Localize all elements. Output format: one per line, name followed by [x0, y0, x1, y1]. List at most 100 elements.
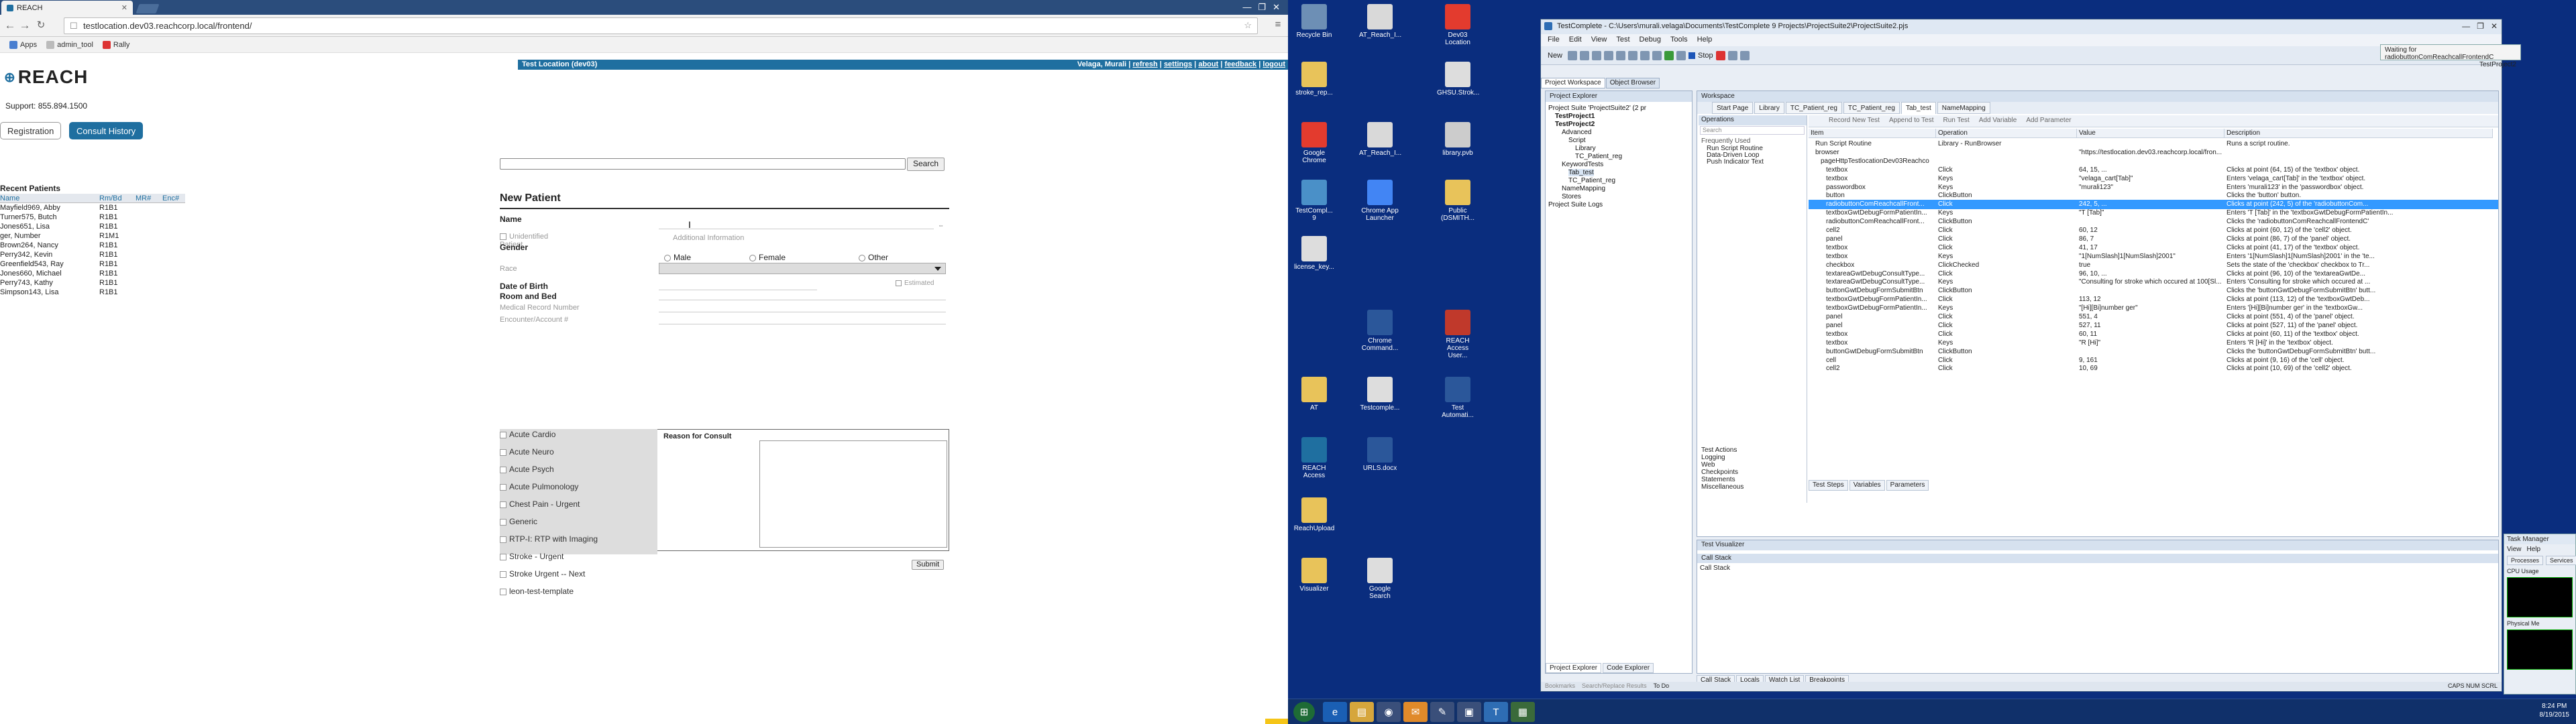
consult-checkbox[interactable]: [500, 483, 506, 491]
consult-type-option[interactable]: RTP-I: RTP with Imaging: [500, 534, 598, 550]
menu-item-edit[interactable]: Edit: [1569, 36, 1582, 45]
radio-icon[interactable]: [664, 254, 671, 261]
operation-category[interactable]: Logging: [1701, 454, 1725, 461]
operation-category[interactable]: Test Actions: [1701, 446, 1737, 454]
kt-tool-button[interactable]: Run Test: [1943, 117, 1970, 125]
maximize-icon[interactable]: ❐: [2477, 21, 2484, 31]
tree-node[interactable]: TestProject1: [1555, 113, 1595, 120]
editor-tab[interactable]: NameMapping: [1937, 102, 1990, 114]
tree-node[interactable]: TC_Patient_reg: [1575, 153, 1622, 160]
desktop-icon[interactable]: Public (DSMITH...: [1437, 180, 1479, 222]
col-name[interactable]: Name: [0, 194, 99, 202]
operation-category[interactable]: Checkpoints: [1701, 469, 1738, 476]
menu-icon[interactable]: ≡: [1271, 19, 1285, 30]
test-step-row[interactable]: textbox Click 60, 11 Clicks at point (60, 1…: [1809, 330, 2498, 339]
test-step-row[interactable]: textbox Keys "1[NumSlash]1[NumSlash]2001" E…: [1809, 252, 2498, 261]
col-room[interactable]: Rm/Bd: [99, 194, 136, 202]
recent-patient-row[interactable]: Simpson143, Lisa R1B1: [0, 288, 185, 297]
consult-checkbox[interactable]: [500, 570, 506, 578]
consult-checkbox[interactable]: [500, 588, 506, 595]
consult-type-option[interactable]: Generic: [500, 517, 537, 533]
desktop-icon[interactable]: Visualizer: [1293, 558, 1335, 593]
desktop-icon[interactable]: REACH Access User...: [1437, 310, 1479, 359]
test-step-row[interactable]: textboxGwtDebugFormPatientIn... Keys "[Hi]…: [1809, 304, 2498, 313]
consult-checkbox[interactable]: [500, 518, 506, 526]
tree-node[interactable]: Project Suite 'ProjectSuite2' (2 pr: [1548, 105, 1646, 112]
tree-node[interactable]: TC_Patient_reg: [1568, 177, 1615, 184]
estimated-dob[interactable]: Estimated: [896, 280, 934, 287]
col-enc[interactable]: Enc#: [162, 194, 185, 202]
frequently-used-header[interactable]: Frequently Used: [1701, 137, 1750, 145]
test-step-row[interactable]: cell Click 9, 161 Clicks at point (9, 16) o…: [1809, 356, 2498, 365]
desktop-icon[interactable]: URLS.docx: [1359, 437, 1401, 472]
test-step-row[interactable]: textbox Keys "velaga_cart[Tab]" Enters 'vel…: [1809, 174, 2498, 184]
consult-checkbox[interactable]: [500, 553, 506, 560]
cut-icon[interactable]: [1592, 50, 1602, 60]
test-step-row[interactable]: radiobuttonComReachcallFront... ClickButt…: [1809, 217, 2498, 227]
test-bottom-tab[interactable]: Test Steps: [1809, 480, 1848, 491]
test-step-row[interactable]: cell2 Click 10, 69 Clicks at point (10, 69)…: [1809, 364, 2498, 373]
tree-node[interactable]: KeywordTests: [1562, 161, 1603, 168]
desktop-icon[interactable]: Testcomple...: [1359, 377, 1401, 412]
recent-patient-row[interactable]: ger, Number R1M1: [0, 231, 185, 241]
consult-type-option[interactable]: Chest Pain - Urgent: [500, 499, 580, 516]
desktop-icon[interactable]: REACH Access: [1293, 437, 1335, 479]
kt-tool-button[interactable]: Add Variable: [1979, 117, 2017, 125]
recent-patient-row[interactable]: Perry342, Kevin R1B1: [0, 250, 185, 259]
tm-menu-view[interactable]: View: [2507, 546, 2522, 553]
consult-checkbox[interactable]: [500, 536, 506, 543]
bookmark-rally[interactable]: Rally: [102, 40, 129, 50]
test-step-row[interactable]: buttonGwtDebugFormSubmitBtn ClickButton Cl…: [1809, 347, 2498, 357]
patient-search-input[interactable]: [500, 158, 906, 170]
grid-column-header[interactable]: Value: [2077, 129, 2224, 138]
redo-icon[interactable]: [1640, 50, 1650, 60]
consult-checkbox[interactable]: [500, 501, 506, 508]
minimize-icon[interactable]: —: [1242, 2, 1251, 13]
tree-node[interactable]: Stores: [1562, 193, 1581, 200]
consult-checkbox[interactable]: [500, 448, 506, 456]
kt-tool-button[interactable]: Append to Test: [1889, 117, 1934, 125]
test-step-row[interactable]: panel Click 551, 4 Clicks at point (551, 4)…: [1809, 312, 2498, 322]
editor-tab[interactable]: Tab_test: [1900, 102, 1936, 114]
desktop-icon[interactable]: GHSU.Strok...: [1437, 62, 1479, 97]
test-step-row[interactable]: textareaGwtDebugConsultType... Keys "Consu…: [1809, 278, 2498, 287]
col-mrn[interactable]: MR#: [136, 194, 162, 202]
grid-column-header[interactable]: Operation: [1936, 129, 2077, 138]
tree-node[interactable]: Advanced: [1562, 129, 1591, 136]
consult-type-option[interactable]: Acute Psych: [500, 465, 554, 481]
operations-search[interactable]: Search: [1700, 126, 1805, 135]
close-icon[interactable]: ✕: [1273, 2, 1280, 13]
kt-tool-button[interactable]: Record New Test: [1829, 117, 1880, 125]
menu-item-file[interactable]: File: [1548, 36, 1560, 45]
test-step-row[interactable]: panel Click 527, 11 Clicks at point (527, 1…: [1809, 321, 2498, 330]
new-button[interactable]: New: [1545, 52, 1565, 60]
gender-male[interactable]: Male: [664, 253, 691, 262]
undo-icon[interactable]: [1628, 50, 1638, 60]
back-icon[interactable]: ←: [3, 19, 17, 32]
consult-checkbox[interactable]: [500, 431, 506, 438]
pause-icon[interactable]: [1676, 50, 1686, 60]
test-step-row[interactable]: checkbox ClickChecked true Sets the state o…: [1809, 261, 2498, 270]
reason-textarea[interactable]: [759, 440, 947, 548]
star-icon[interactable]: ☆: [1244, 20, 1252, 31]
tree-node[interactable]: NameMapping: [1562, 185, 1605, 192]
menu-item-help[interactable]: Help: [1697, 36, 1713, 45]
tm-tab-processes[interactable]: Processes: [2507, 556, 2544, 565]
tree-node[interactable]: TestProject2: [1555, 121, 1595, 128]
recent-patient-row[interactable]: Greenfield543, Ray R1B1: [0, 259, 185, 269]
operation-item[interactable]: Push Indicator Text: [1707, 158, 1764, 166]
close-tab-icon[interactable]: ✕: [121, 3, 127, 12]
desktop-icon[interactable]: TestCompl... 9: [1293, 180, 1335, 222]
race-select[interactable]: [659, 263, 946, 274]
test-step-row[interactable]: buttonGwtDebugFormSubmitBtn ClickButton Cl…: [1809, 286, 2498, 296]
tree-node[interactable]: Project Suite Logs: [1548, 201, 1603, 208]
test-step-row[interactable]: textareaGwtDebugConsultType... Click 96, 1…: [1809, 269, 2498, 279]
desktop-icon[interactable]: AT: [1293, 377, 1335, 412]
consult-type-option[interactable]: Stroke - Urgent: [500, 552, 564, 568]
registration-button[interactable]: Registration: [0, 122, 62, 139]
tab-code-explorer[interactable]: Code Explorer: [1603, 663, 1654, 673]
grid-column-header[interactable]: Item: [1809, 129, 1936, 138]
menu-item-test[interactable]: Test: [1616, 36, 1629, 45]
unidentified-checkbox[interactable]: [500, 233, 506, 241]
minimize-icon[interactable]: —: [2462, 21, 2470, 31]
